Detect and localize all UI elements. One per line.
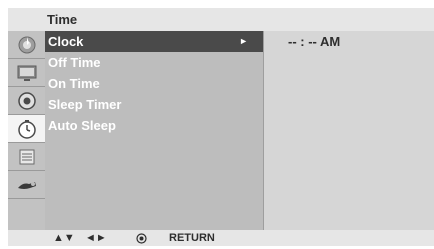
value-panel: -- : -- AM <box>263 31 434 230</box>
footer-nav-hints: ▲▼ ◄► RETURN <box>8 230 434 246</box>
clock-value[interactable]: -- : -- AM <box>288 33 340 51</box>
menu-item-clock[interactable]: Clock ► <box>45 31 263 52</box>
icon-sidebar <box>8 31 46 230</box>
menu-item-auto-sleep[interactable]: Auto Sleep <box>45 115 263 136</box>
menu-item-on-time[interactable]: On Time <box>45 73 263 94</box>
input-icon[interactable] <box>8 171 45 199</box>
menu-item-sleep-timer[interactable]: Sleep Timer <box>45 94 263 115</box>
audio-icon[interactable] <box>8 87 45 115</box>
menu-title: Time <box>8 8 434 31</box>
menu-item-label: Auto Sleep <box>48 118 116 133</box>
right-arrow-icon: ► <box>239 36 248 46</box>
osd-menu: Time Clock ► Off Time On Time Sleep Time… <box>0 0 434 246</box>
menu-item-label: Clock <box>48 34 84 49</box>
menu-item-off-time[interactable]: Off Time <box>45 52 263 73</box>
picture-icon[interactable] <box>8 31 45 59</box>
time-icon[interactable] <box>8 115 45 143</box>
ok-button-icon <box>136 233 147 244</box>
empty-slot <box>8 199 45 230</box>
left-right-arrows-icon: ◄► <box>85 232 107 244</box>
option-icon[interactable] <box>8 143 45 171</box>
return-label: RETURN <box>169 232 215 244</box>
screen-icon[interactable] <box>8 59 45 87</box>
menu-list: Clock ► Off Time On Time Sleep Timer Aut… <box>45 31 263 230</box>
up-down-arrows-icon: ▲▼ <box>53 232 75 244</box>
menu-item-label: Off Time <box>48 55 101 70</box>
menu-item-label: On Time <box>48 76 100 91</box>
menu-item-label: Sleep Timer <box>48 97 122 112</box>
